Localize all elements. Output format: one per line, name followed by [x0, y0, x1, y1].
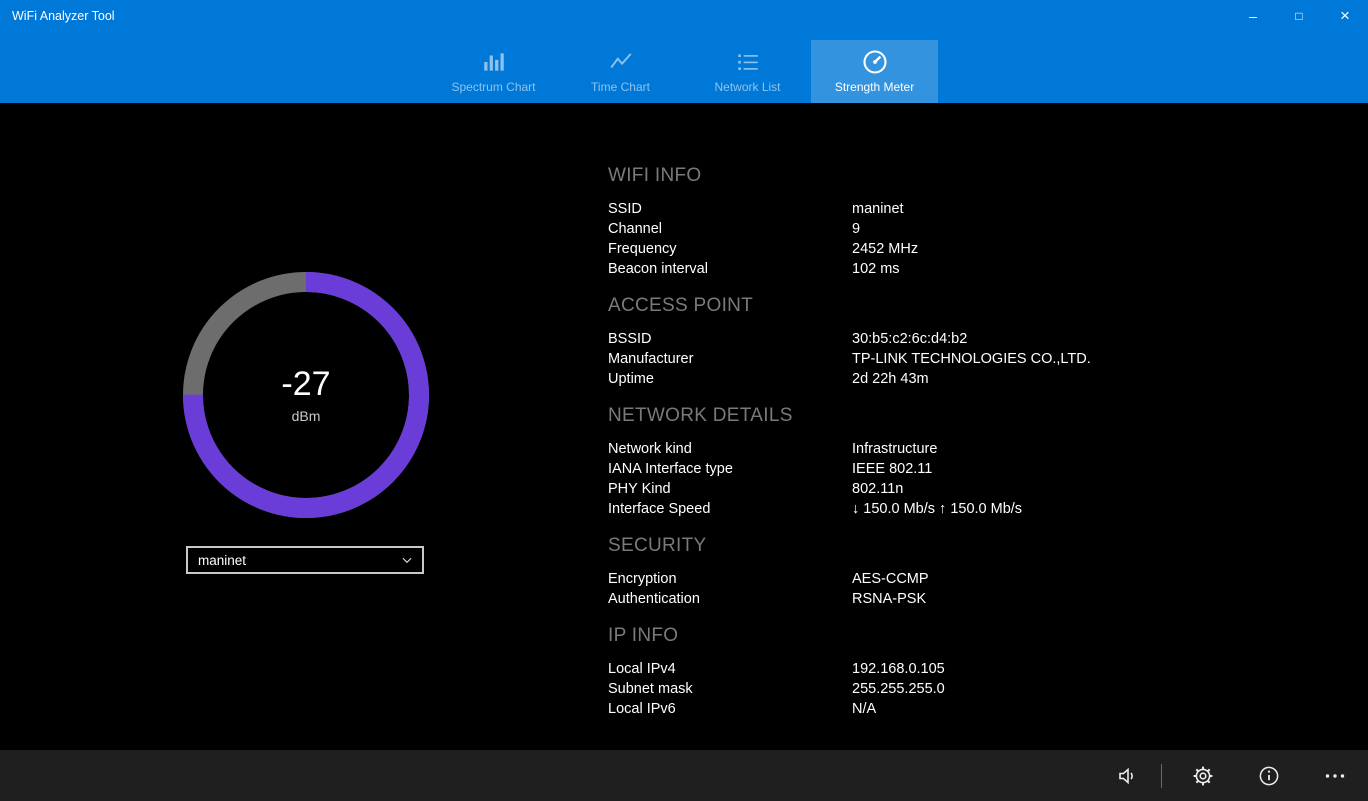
statusbar	[0, 750, 1368, 801]
info-value: 2d 22h 43m	[852, 369, 1208, 389]
tab-network-list[interactable]: Network List	[684, 40, 811, 103]
window-title: WiFi Analyzer Tool	[12, 9, 115, 23]
main-content: -27 dBm maninet WIFI INFOSSIDmaninetChan…	[0, 103, 1368, 750]
info-value: 102 ms	[852, 259, 1208, 279]
info-label: Encryption	[608, 569, 852, 589]
info-label: SSID	[608, 199, 852, 219]
section-heading: IP INFO	[608, 625, 1208, 647]
info-value: 802.11n	[852, 479, 1208, 499]
tab-spectrum-chart[interactable]: Spectrum Chart	[430, 40, 557, 103]
bar-chart-icon	[481, 47, 507, 77]
info-row: PHY Kind802.11n	[608, 479, 1208, 499]
section-heading: WIFI INFO	[608, 165, 1208, 187]
info-row: EncryptionAES-CCMP	[608, 569, 1208, 589]
network-selector[interactable]: maninet	[186, 546, 424, 574]
maximize-button[interactable]: □	[1276, 0, 1322, 32]
info-row: Interface Speed↓ 150.0 Mb/s ↑ 150.0 Mb/s	[608, 499, 1208, 519]
minimize-button[interactable]: –	[1230, 0, 1276, 32]
info-label: Beacon interval	[608, 259, 852, 279]
tab-label: Strength Meter	[835, 80, 914, 94]
statusbar-divider	[1161, 764, 1162, 788]
info-section: WIFI INFO SSIDmaninetChannel9Frequency245…	[608, 165, 1208, 279]
info-section: ACCESS POINT BSSID30:b5:c2:6c:d4:b2Manufa…	[608, 295, 1208, 389]
info-value: 192.168.0.105	[852, 659, 1208, 679]
info-value: N/A	[852, 699, 1208, 719]
info-value: Infrastructure	[852, 439, 1208, 459]
gauge-icon	[861, 47, 889, 77]
section-heading: SECURITY	[608, 535, 1208, 557]
nav-tabs: Spectrum Chart Time Chart Network List Stre…	[430, 40, 938, 103]
info-label: Manufacturer	[608, 349, 852, 369]
tab-strength-meter[interactable]: Strength Meter	[811, 40, 938, 103]
gauge-ring-icon	[183, 272, 429, 518]
info-value: IEEE 802.11	[852, 459, 1208, 479]
info-row: Local IPv6N/A	[608, 699, 1208, 719]
info-section: IP INFO Local IPv4192.168.0.105Subnet mas…	[608, 625, 1208, 719]
network-selector-value: maninet	[198, 553, 246, 568]
info-row: IANA Interface typeIEEE 802.11	[608, 459, 1208, 479]
info-row: Subnet mask255.255.255.0	[608, 679, 1208, 699]
info-row: SSIDmaninet	[608, 199, 1208, 219]
info-row: ManufacturerTP-LINK TECHNOLOGIES CO.,LTD…	[608, 349, 1208, 369]
volume-icon[interactable]	[1103, 752, 1153, 800]
tab-label: Spectrum Chart	[451, 80, 535, 94]
info-label: Local IPv6	[608, 699, 852, 719]
info-row: Beacon interval102 ms	[608, 259, 1208, 279]
info-value: TP-LINK TECHNOLOGIES CO.,LTD.	[852, 349, 1208, 369]
info-label: Subnet mask	[608, 679, 852, 699]
info-label: Uptime	[608, 369, 852, 389]
info-row: Channel9	[608, 219, 1208, 239]
list-icon	[735, 47, 761, 77]
chevron-down-icon	[400, 553, 414, 567]
titlebar: WiFi Analyzer Tool Spectrum Chart Time Ch…	[0, 0, 1368, 103]
info-label: Interface Speed	[608, 499, 852, 519]
ellipsis-icon[interactable]	[1310, 752, 1360, 800]
info-section: SECURITY EncryptionAES-CCMPAuthentication…	[608, 535, 1208, 609]
info-value: RSNA-PSK	[852, 589, 1208, 609]
info-label: Authentication	[608, 589, 852, 609]
info-value: 2452 MHz	[852, 239, 1208, 259]
tab-label: Time Chart	[591, 80, 650, 94]
info-value: 9	[852, 219, 1208, 239]
info-row: AuthenticationRSNA-PSK	[608, 589, 1208, 609]
section-heading: ACCESS POINT	[608, 295, 1208, 317]
info-value: AES-CCMP	[852, 569, 1208, 589]
info-value: 255.255.255.0	[852, 679, 1208, 699]
info-label: Channel	[608, 219, 852, 239]
settings-gear-icon[interactable]	[1178, 752, 1228, 800]
info-label: BSSID	[608, 329, 852, 349]
close-button[interactable]: ×	[1322, 0, 1368, 32]
info-label: Frequency	[608, 239, 852, 259]
info-label: Network kind	[608, 439, 852, 459]
tab-time-chart[interactable]: Time Chart	[557, 40, 684, 103]
info-row: Uptime2d 22h 43m	[608, 369, 1208, 389]
info-row: Network kindInfrastructure	[608, 439, 1208, 459]
info-value: maninet	[852, 199, 1208, 219]
info-icon[interactable]	[1244, 752, 1294, 800]
info-label: IANA Interface type	[608, 459, 852, 479]
info-row: Local IPv4192.168.0.105	[608, 659, 1208, 679]
info-value: 30:b5:c2:6c:d4:b2	[852, 329, 1208, 349]
info-row: BSSID30:b5:c2:6c:d4:b2	[608, 329, 1208, 349]
info-panel: WIFI INFO SSIDmaninetChannel9Frequency245…	[608, 165, 1208, 719]
info-label: PHY Kind	[608, 479, 852, 499]
signal-strength-gauge: -27 dBm	[183, 272, 429, 518]
tab-label: Network List	[714, 80, 780, 94]
info-row: Frequency2452 MHz	[608, 239, 1208, 259]
section-heading: NETWORK DETAILS	[608, 405, 1208, 427]
info-section: NETWORK DETAILS Network kindInfrastructur…	[608, 405, 1208, 519]
window-controls: – □ ×	[1230, 0, 1368, 32]
info-label: Local IPv4	[608, 659, 852, 679]
info-value: ↓ 150.0 Mb/s ↑ 150.0 Mb/s	[852, 499, 1208, 519]
app-window: WiFi Analyzer Tool Spectrum Chart Time Ch…	[0, 0, 1368, 801]
line-chart-icon	[608, 47, 634, 77]
